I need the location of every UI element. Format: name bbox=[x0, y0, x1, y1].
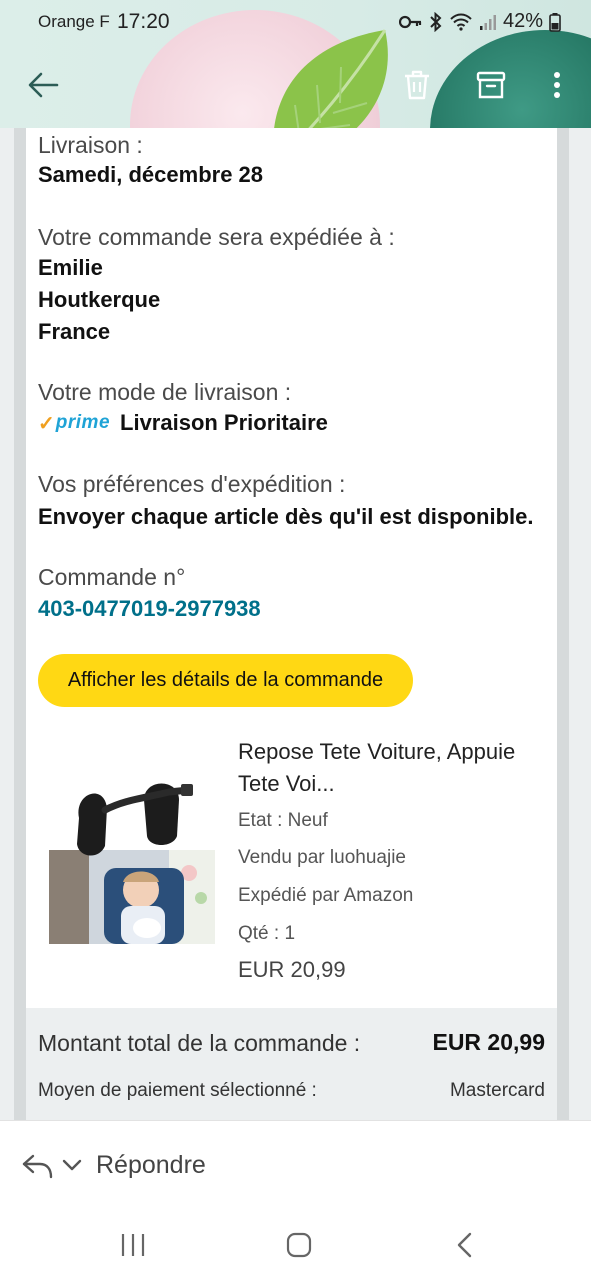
ship-to-label: Votre commande sera expédiée à : bbox=[38, 224, 395, 250]
reply-bar: Répondre bbox=[0, 1120, 591, 1210]
back-arrow-icon bbox=[28, 72, 59, 98]
clock: 17:20 bbox=[117, 10, 170, 33]
nav-back-button[interactable] bbox=[445, 1225, 485, 1265]
more-options-button[interactable] bbox=[532, 60, 582, 110]
order-number-label: Commande n° bbox=[38, 564, 186, 590]
recent-apps-icon bbox=[121, 1234, 145, 1256]
delete-button[interactable] bbox=[392, 60, 442, 110]
nav-back-icon bbox=[457, 1232, 472, 1258]
order-number-link[interactable]: 403-0477019-2977938 bbox=[38, 596, 261, 622]
chevron-down-icon[interactable] bbox=[60, 1153, 84, 1177]
archive-icon bbox=[476, 71, 506, 99]
reply-icon[interactable] bbox=[20, 1149, 54, 1183]
payment-value: Mastercard bbox=[449, 1080, 545, 1101]
preferences-label: Vos préférences d'expédition : bbox=[38, 471, 346, 497]
view-order-details-button[interactable]: Afficher les détails de la commande bbox=[38, 654, 413, 707]
battery-percent: 42% bbox=[502, 10, 543, 32]
key-icon bbox=[398, 15, 422, 28]
wifi-icon bbox=[450, 13, 472, 31]
system-nav-bar bbox=[0, 1210, 591, 1280]
prime-check-icon: ✓ bbox=[38, 412, 55, 435]
delivery-date: Samedi, décembre 28 bbox=[38, 162, 264, 187]
total-label: Montant total de la commande : bbox=[38, 1030, 361, 1056]
order-totals: Montant total de la commande : EUR 20,99… bbox=[26, 1008, 557, 1120]
reply-button[interactable]: Répondre bbox=[96, 1151, 206, 1180]
product-state: Etat : Neuf bbox=[238, 810, 328, 831]
product-shipped-by: Expédié par Amazon bbox=[238, 885, 414, 906]
archive-button[interactable] bbox=[466, 60, 516, 110]
recent-apps-button[interactable] bbox=[113, 1225, 153, 1265]
prime-logo: ✓ prime bbox=[38, 412, 111, 435]
trash-icon bbox=[405, 70, 429, 100]
preferences-value: Envoyer chaque article dès qu'il est dis… bbox=[38, 504, 534, 529]
ship-to-name: Emilie bbox=[38, 255, 103, 280]
ship-to-country: France bbox=[38, 319, 111, 344]
status-icons: 42% bbox=[398, 10, 561, 33]
email-frame-right bbox=[557, 128, 569, 1120]
shipping-mode: ✓ prime Livraison Prioritaire bbox=[38, 410, 328, 436]
payment-label: Moyen de paiement sélectionné : bbox=[38, 1080, 317, 1101]
shipping-mode-label: Votre mode de livraison : bbox=[38, 379, 292, 405]
home-button[interactable] bbox=[279, 1225, 319, 1265]
more-vert-icon bbox=[554, 72, 560, 98]
product-price: EUR 20,99 bbox=[238, 957, 346, 982]
total-value: EUR 20,99 bbox=[432, 1029, 545, 1055]
email-body[interactable]: Livraison : Samedi, décembre 28 Votre co… bbox=[0, 128, 591, 1120]
shipping-mode-value: Livraison Prioritaire bbox=[120, 410, 328, 435]
back-button[interactable] bbox=[18, 60, 68, 110]
carrier-name: Orange F bbox=[38, 12, 110, 31]
product-quantity: Qté : 1 bbox=[238, 923, 296, 944]
ship-to-city: Houtkerque bbox=[38, 287, 161, 312]
email-frame-left bbox=[14, 128, 26, 1120]
app-header: Orange F 17:20 42% bbox=[0, 0, 591, 128]
bluetooth-icon bbox=[430, 11, 442, 32]
battery-icon bbox=[549, 12, 561, 32]
home-icon bbox=[286, 1232, 312, 1258]
delivery-label: Livraison : bbox=[38, 132, 143, 158]
product-image[interactable] bbox=[49, 778, 215, 944]
product-seller: Vendu par luohuajie bbox=[238, 847, 406, 868]
signal-icon bbox=[479, 14, 496, 30]
status-bar: Orange F 17:20 42% bbox=[0, 0, 591, 44]
product-title[interactable]: Repose Tete Voiture, Appuie Tete Voi... bbox=[238, 736, 548, 800]
